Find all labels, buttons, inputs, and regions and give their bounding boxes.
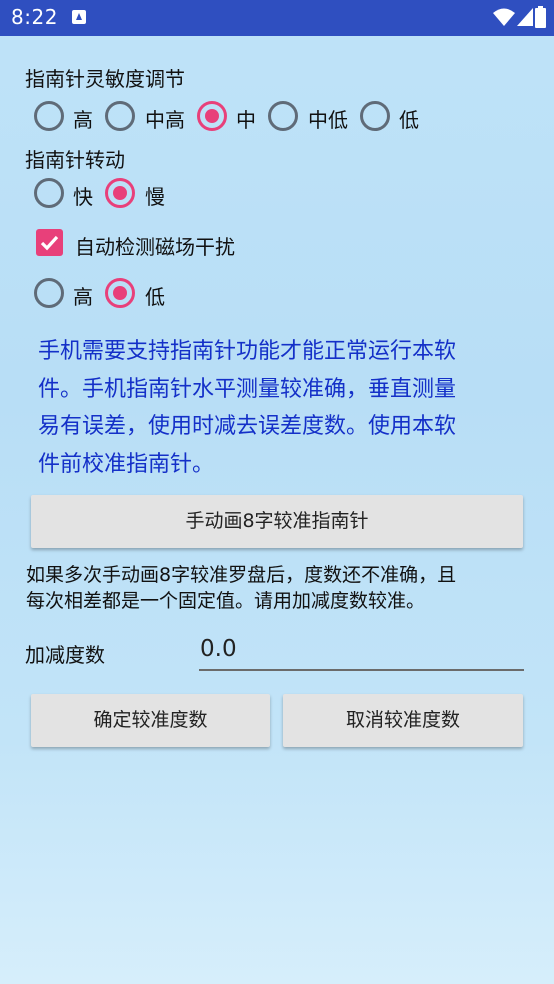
auto-detect-checkbox[interactable] — [36, 229, 63, 256]
radio-label-interference-high: 高 — [73, 285, 93, 309]
status-bar: 8:22 — [0, 0, 554, 36]
offset-label: 加减度数 — [25, 643, 105, 667]
cancel-button[interactable]: 取消较准度数 — [283, 694, 523, 747]
notification-icon — [72, 10, 86, 24]
notice-line: 件。手机指南针水平测量较准确，垂直测量 — [38, 376, 457, 402]
offset-input-underline — [199, 669, 524, 671]
wifi-icon — [493, 8, 515, 26]
radio-label-slow: 慢 — [145, 185, 165, 209]
radio-label-interference-low: 低 — [145, 285, 165, 309]
radio-sensitivity-low[interactable] — [360, 101, 390, 131]
radio-label-fast: 快 — [73, 185, 93, 209]
radio-rotation-fast[interactable] — [34, 178, 64, 208]
hint-line: 如果多次手动画8字较准罗盘后，度数还不准确，且 — [26, 564, 457, 586]
rotation-label: 指南针转动 — [25, 148, 125, 172]
status-time: 8:22 — [11, 5, 58, 29]
notice-line: 件前校准指南针。 — [38, 451, 215, 477]
radio-interference-high[interactable] — [34, 278, 64, 308]
radio-label-medium-high: 中高 — [145, 108, 185, 132]
notice-line: 手机需要支持指南针功能才能正常运行本软 — [38, 339, 457, 364]
radio-label-high: 高 — [73, 108, 93, 132]
radio-sensitivity-medium-high[interactable] — [105, 101, 135, 131]
battery-icon — [535, 6, 546, 28]
radio-sensitivity-medium-low[interactable] — [268, 101, 298, 131]
radio-interference-low[interactable] — [105, 278, 135, 308]
sensitivity-label: 指南针灵敏度调节 — [25, 67, 185, 91]
signal-icon — [517, 8, 533, 26]
radio-rotation-slow[interactable] — [105, 178, 135, 208]
radio-label-medium-low: 中低 — [308, 108, 348, 132]
hint-text: 如果多次手动画8字较准罗盘后，度数还不准确，且 每次相差都是一个固定值。请用加减… — [26, 562, 536, 614]
radio-sensitivity-medium[interactable] — [197, 101, 227, 131]
radio-sensitivity-high[interactable] — [34, 101, 64, 131]
checkmark-icon — [40, 235, 59, 251]
notice-line: 易有误差，使用时减去误差度数。使用本软 — [38, 414, 457, 439]
radio-label-medium: 中 — [236, 108, 256, 132]
radio-label-low: 低 — [399, 108, 419, 132]
confirm-button[interactable]: 确定较准度数 — [31, 694, 270, 747]
notice-text: 手机需要支持指南针功能才能正常运行本软 件。手机指南针水平测量较准确，垂直测量 … — [38, 333, 518, 483]
auto-detect-label: 自动检测磁场干扰 — [75, 235, 235, 259]
offset-input[interactable]: 0.0 — [200, 636, 237, 662]
hint-line: 每次相差都是一个固定值。请用加减度数较准。 — [26, 590, 426, 612]
manual-calibrate-button[interactable]: 手动画8字较准指南针 — [31, 495, 523, 548]
